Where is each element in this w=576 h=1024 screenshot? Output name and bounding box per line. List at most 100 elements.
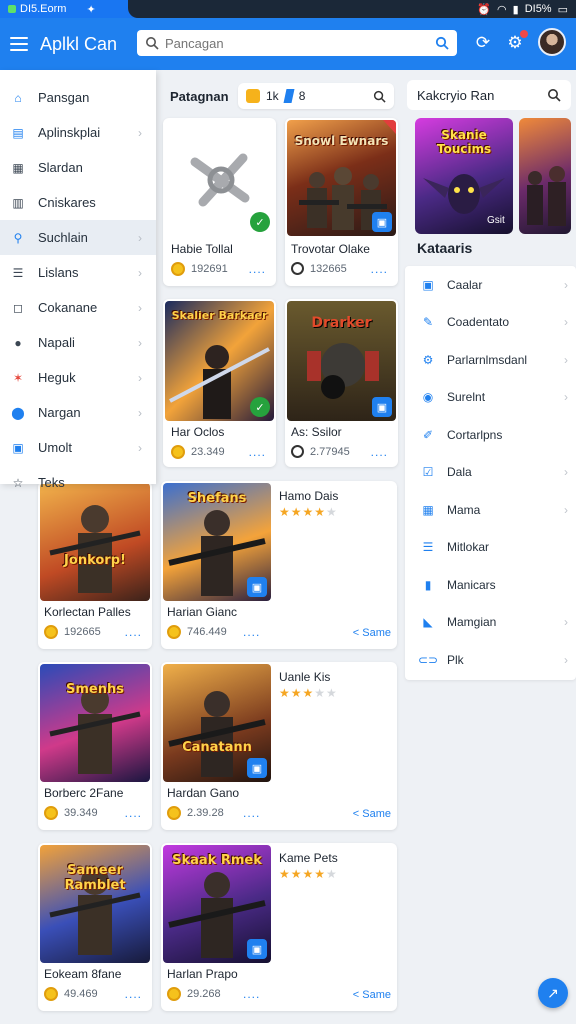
drawer-item[interactable]: ▥ Cniskares [0,185,156,220]
featured-card[interactable]: Skanie Toucims Gsit [415,118,513,234]
category-item[interactable]: ◣ Mamgian › [405,604,576,642]
share-button[interactable]: < Same [353,989,391,1001]
category-label: Caalar [447,277,483,292]
card-side-title: Kame Pets [279,851,338,865]
category-label: Mitlokar [447,540,490,555]
category-item[interactable]: ☰ Mitlokar [405,529,576,567]
chevron-right-icon: › [138,230,142,245]
share-label: Same [362,627,391,639]
share-button[interactable]: < Same [353,808,391,820]
chevron-right-icon: › [138,370,142,385]
game-card-wide[interactable]: Canatann ▣ Hardan Gano 2.39.28.... Uanle Kis… [161,662,397,830]
game-card-wide[interactable]: Shefans ▣ Harian Gianc 746.449.... Hamo Dais… [161,481,397,649]
verified-badge: ✓ [250,397,270,417]
drawer-item-label: Napali [38,335,75,350]
search-input[interactable] [165,35,435,51]
share-icon: < [352,627,363,639]
game-card[interactable]: Skalier Barkaer ✓ Har Oclos 23.349 .... [163,299,276,467]
share-label: Same [362,989,391,1001]
drawer-item[interactable]: ▤ Aplinskplai › [0,115,156,150]
chat-icon: ● [14,335,22,350]
category-item[interactable]: ⚙ Parlarnlmsdanl › [405,341,576,379]
card-title: Harian Gianc [167,605,238,619]
drawer-item[interactable]: ▦ Slardan [0,150,156,185]
card-count: 29.268 [187,988,221,1000]
stats-pill[interactable]: 1k 8 [238,83,394,109]
category-label: Mamgian [447,615,497,630]
more-button[interactable]: .... [125,806,142,820]
more-button[interactable]: .... [125,987,142,1001]
game-card[interactable]: Sameer Ramblet Eokeam 8fane 49.469.... [38,843,152,1011]
category-item[interactable]: ▦ Mama › [405,491,576,529]
coin-icon [167,806,181,820]
card-thumbnail: Skalier Barkaer ✓ [165,301,274,421]
app-badge: ▣ [247,577,267,597]
category-label: Plk [447,652,464,667]
more-button[interactable]: .... [243,625,260,639]
doc-icon: ▣ [422,277,434,292]
game-card-wide[interactable]: Skaak Rmek ▣ Harlan Prapo 29.268.... Kame Pe… [161,843,397,1011]
category-item[interactable]: ⊂⊃ Plk › [405,641,576,679]
coin-icon [167,987,181,1001]
category-label: Mama [447,502,481,517]
game-card[interactable]: Smenhs Borberc 2Fane 39.349.... [38,662,152,830]
more-button[interactable]: .... [371,262,388,276]
rating-stars: ★★★★★ [279,867,338,881]
game-card[interactable]: ✓ Habie Tollal 192691 .... [163,118,276,286]
more-button[interactable]: .... [125,625,142,639]
chevron-right-icon: › [138,405,142,420]
notifications-icon[interactable]: ⚙ [504,30,528,54]
card-title: Eokeam 8fane [44,967,122,981]
share-fab-button[interactable]: ↗ [538,978,568,1008]
share-button[interactable]: < Same [353,627,391,639]
category-item[interactable]: ▮ Manicars [405,566,576,604]
category-item[interactable]: ◉ Surelnt › [405,379,576,417]
search-submit-icon[interactable] [435,36,449,50]
drawer-item-label: Slardan [38,160,83,175]
menu-icon[interactable] [10,37,28,51]
search-bar[interactable] [137,30,457,56]
drawer-item[interactable]: ⬤ Nargan › [0,395,156,430]
category-item[interactable]: ✐ Cortarlpns [405,416,576,454]
drawer-item[interactable]: ◻ Cokanane › [0,290,156,325]
coin-icon [246,89,260,103]
more-button[interactable]: .... [249,445,266,459]
game-card[interactable]: Drarker ▣ As: Ssilor 2.77945 .... [285,299,398,467]
refresh-icon[interactable]: ⟳ [472,32,494,54]
card-thumbnail: Jonkorp! [40,483,150,601]
info-icon: ◉ [422,390,434,405]
more-button[interactable]: .... [249,262,266,276]
drawer-item[interactable]: ☰ Lislans › [0,255,156,290]
verified-badge: ✓ [250,212,270,232]
coin-icon [167,625,181,639]
drawer-item[interactable]: ⚲ Suchlain › [0,220,156,255]
category-item[interactable]: ▣ Caalar › [405,266,576,304]
featured-card-partial[interactable] [519,118,571,234]
tag-icon [283,89,295,103]
drawer-item[interactable]: ✶ Heguk › [0,360,156,395]
search-icon[interactable] [373,90,386,103]
avatar[interactable] [538,28,566,56]
status-app-icon [8,5,16,13]
drawer-item-label: Cniskares [38,195,96,210]
drawer-item[interactable]: ☆ Teks [0,465,156,500]
battery-text: DI5% [524,3,552,15]
coin-icon [44,987,58,1001]
app-badge: ▣ [247,939,267,959]
more-button[interactable]: .... [243,987,260,1001]
drawer-item[interactable]: ⌂ Pansgan [0,80,156,115]
drawer-item[interactable]: ● Napali › [0,325,156,360]
more-button[interactable]: .... [243,806,260,820]
game-card[interactable]: Jonkorp! Korlectan Palles 192665.... [38,481,152,649]
navigation-drawer: ⌂ Pansgan ▤ Aplinskplai › ▦ Slardan ▥ Cniskares ⚲… [0,70,156,490]
card-meta: 39.349 [44,806,98,820]
search-icon[interactable] [547,88,561,102]
game-card[interactable]: Snowl Ewnars ▣ Trovotar Olake 132665 ...… [285,118,398,286]
drawer-item-label: Umolt [38,440,72,455]
category-item[interactable]: ☑ Dala › [405,454,576,492]
drawer-item-label: Cokanane [38,300,98,315]
more-button[interactable]: .... [371,445,388,459]
drawer-item[interactable]: ▣ Umolt › [0,430,156,465]
category-item[interactable]: ✎ Coadentato › [405,304,576,342]
search-icon: ⚲ [13,230,23,245]
